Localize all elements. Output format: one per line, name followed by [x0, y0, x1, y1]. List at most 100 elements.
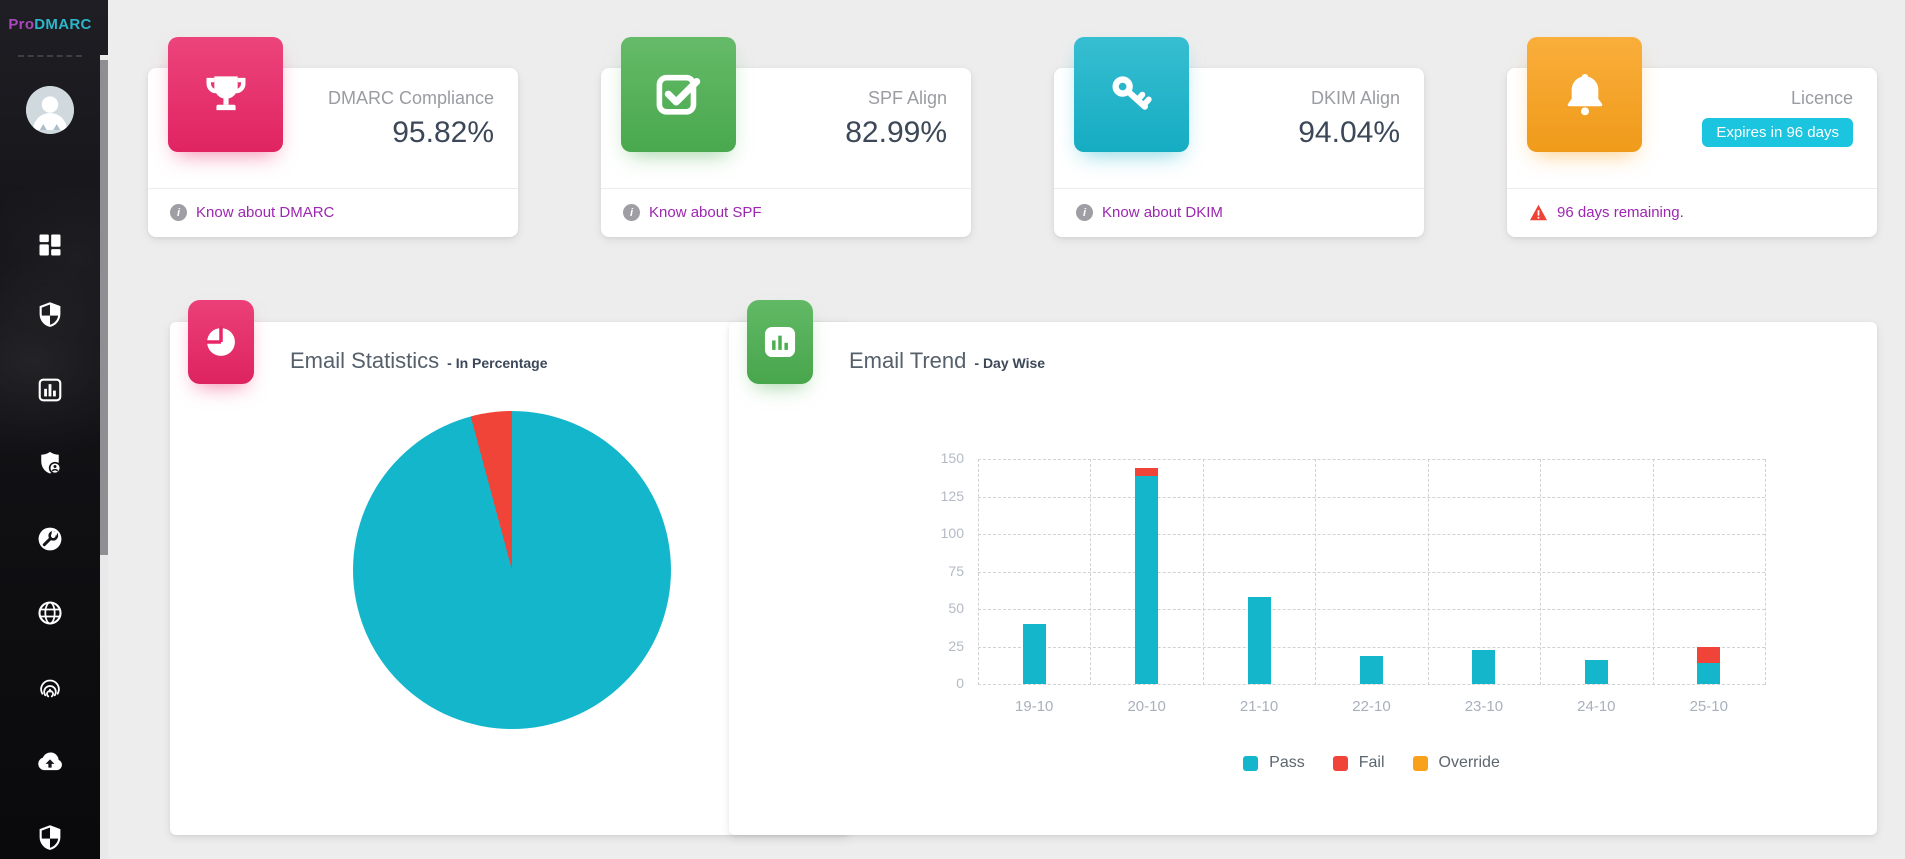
x-axis-label: 19-10: [978, 698, 1090, 715]
gridline: [978, 459, 1765, 460]
legend-label: Override: [1439, 754, 1500, 772]
sidebar-item-security[interactable]: [36, 301, 64, 329]
bar-fail-25-10[interactable]: [1697, 647, 1720, 664]
sidebar-scrollbar[interactable]: [100, 55, 108, 859]
gridline: [1203, 459, 1204, 685]
stat-icon-box: [1074, 37, 1189, 152]
email-trend-bar-chart[interactable]: 025507510012515019-1020-1021-1022-1023-1…: [978, 459, 1765, 684]
bar-pass-19-10[interactable]: [1023, 624, 1046, 684]
chart-icon-box: [747, 300, 813, 384]
bar-pass-24-10[interactable]: [1585, 660, 1608, 684]
x-axis-label: 25-10: [1653, 698, 1765, 715]
gridline: [978, 459, 979, 685]
stat-label: SPF Align: [868, 88, 947, 109]
legend-item-override[interactable]: Override: [1413, 754, 1500, 772]
days-remaining-text[interactable]: 96 days remaining.: [1557, 204, 1684, 221]
legend-swatch: [1333, 756, 1348, 771]
poll-chart-icon: [36, 376, 64, 404]
avatar[interactable]: [26, 86, 74, 134]
app-logo[interactable]: ProDMARC: [0, 16, 100, 33]
bar-pass-23-10[interactable]: [1472, 650, 1495, 685]
pie-chart-icon: [202, 323, 240, 361]
user-silhouette-icon: [26, 86, 74, 134]
stat-label: DKIM Align: [1311, 88, 1400, 109]
gridline: [1653, 459, 1654, 685]
x-axis-label: 24-10: [1540, 698, 1652, 715]
sidebar-item-threats[interactable]: [36, 824, 64, 852]
sidebar-item-domains[interactable]: [36, 599, 64, 627]
cloud-upload-icon: [36, 748, 64, 776]
info-icon: [170, 204, 187, 221]
sidebar-item-user-admin[interactable]: [36, 449, 64, 477]
stat-value: 82.99%: [845, 116, 947, 150]
sidebar: ProDMARC: [0, 0, 108, 859]
know-about-dmarc-link[interactable]: Know about DMARC: [196, 204, 334, 221]
bar-pass-25-10[interactable]: [1697, 663, 1720, 684]
stat-label: DMARC Compliance: [328, 88, 494, 109]
x-axis-label: 22-10: [1315, 698, 1427, 715]
bar-fail-20-10[interactable]: [1135, 468, 1158, 476]
dashboard-icon: [36, 231, 64, 259]
bar-chart-icon: [761, 323, 799, 361]
legend-swatch: [1413, 756, 1428, 771]
wrench-icon: [36, 525, 64, 553]
email-statistics-pie[interactable]: [353, 411, 671, 729]
gridline: [1540, 459, 1541, 685]
know-about-dkim-link[interactable]: Know about DKIM: [1102, 204, 1223, 221]
bell-icon: [1557, 67, 1613, 123]
logo-text-dmarc: DMARC: [34, 16, 91, 33]
warning-icon: [1529, 204, 1548, 221]
gridline: [1090, 459, 1091, 685]
gridline: [978, 572, 1765, 573]
gridline: [1765, 459, 1766, 685]
shield-checker-icon: [36, 824, 64, 852]
chart-title: Email Statistics: [290, 348, 439, 374]
licence-expiry-badge: Expires in 96 days: [1702, 118, 1853, 147]
stat-icon-box: [621, 37, 736, 152]
stat-card-licence: Licence Expires in 96 days 96 days remai…: [1507, 68, 1877, 237]
sidebar-item-forensics[interactable]: [36, 674, 64, 702]
stat-card-dkim-align: DKIM Align 94.04% Know about DKIM: [1054, 68, 1424, 237]
sidebar-item-dashboard[interactable]: [36, 231, 64, 259]
fingerprint-icon: [36, 674, 64, 702]
shield-checker-icon: [36, 301, 64, 329]
y-axis-tick: 75: [924, 563, 964, 579]
y-axis-tick: 50: [924, 600, 964, 616]
email-trend-card: Email Trend - Day Wise 02550751001251501…: [729, 322, 1877, 835]
y-axis-tick: 25: [924, 638, 964, 654]
gridline: [978, 647, 1765, 648]
y-axis-tick: 100: [924, 525, 964, 541]
know-about-spf-link[interactable]: Know about SPF: [649, 204, 762, 221]
bar-pass-21-10[interactable]: [1248, 597, 1271, 684]
y-axis-tick: 125: [924, 488, 964, 504]
gridline: [1315, 459, 1316, 685]
stat-icon-box: [168, 37, 283, 152]
sidebar-item-settings[interactable]: [36, 525, 64, 553]
sidebar-item-reports[interactable]: [36, 376, 64, 404]
gridline: [978, 609, 1765, 610]
bar-legend: Pass Fail Override: [978, 754, 1765, 772]
scrollbar-thumb[interactable]: [100, 60, 108, 555]
trophy-icon: [198, 67, 254, 123]
chart-title: Email Trend: [849, 348, 966, 374]
bar-pass-22-10[interactable]: [1360, 656, 1383, 685]
legend-label: Fail: [1359, 754, 1385, 772]
x-axis-label: 21-10: [1203, 698, 1315, 715]
stat-label: Licence: [1791, 88, 1853, 109]
sidebar-item-backup[interactable]: [36, 748, 64, 776]
x-axis-label: 20-10: [1090, 698, 1202, 715]
chart-subtitle: - In Percentage: [447, 355, 547, 371]
info-icon: [623, 204, 640, 221]
check-square-icon: [651, 67, 707, 123]
bar-pass-20-10[interactable]: [1135, 476, 1158, 685]
legend-item-fail[interactable]: Fail: [1333, 754, 1385, 772]
gridline: [978, 534, 1765, 535]
divider: [18, 55, 82, 57]
stat-icon-box: [1527, 37, 1642, 152]
legend-label: Pass: [1269, 754, 1305, 772]
y-axis-tick: 0: [924, 675, 964, 691]
key-icon: [1104, 67, 1160, 123]
legend-item-pass[interactable]: Pass: [1243, 754, 1305, 772]
legend-swatch: [1243, 756, 1258, 771]
prodmarc-dashboard: ProDMARC: [0, 0, 1905, 859]
